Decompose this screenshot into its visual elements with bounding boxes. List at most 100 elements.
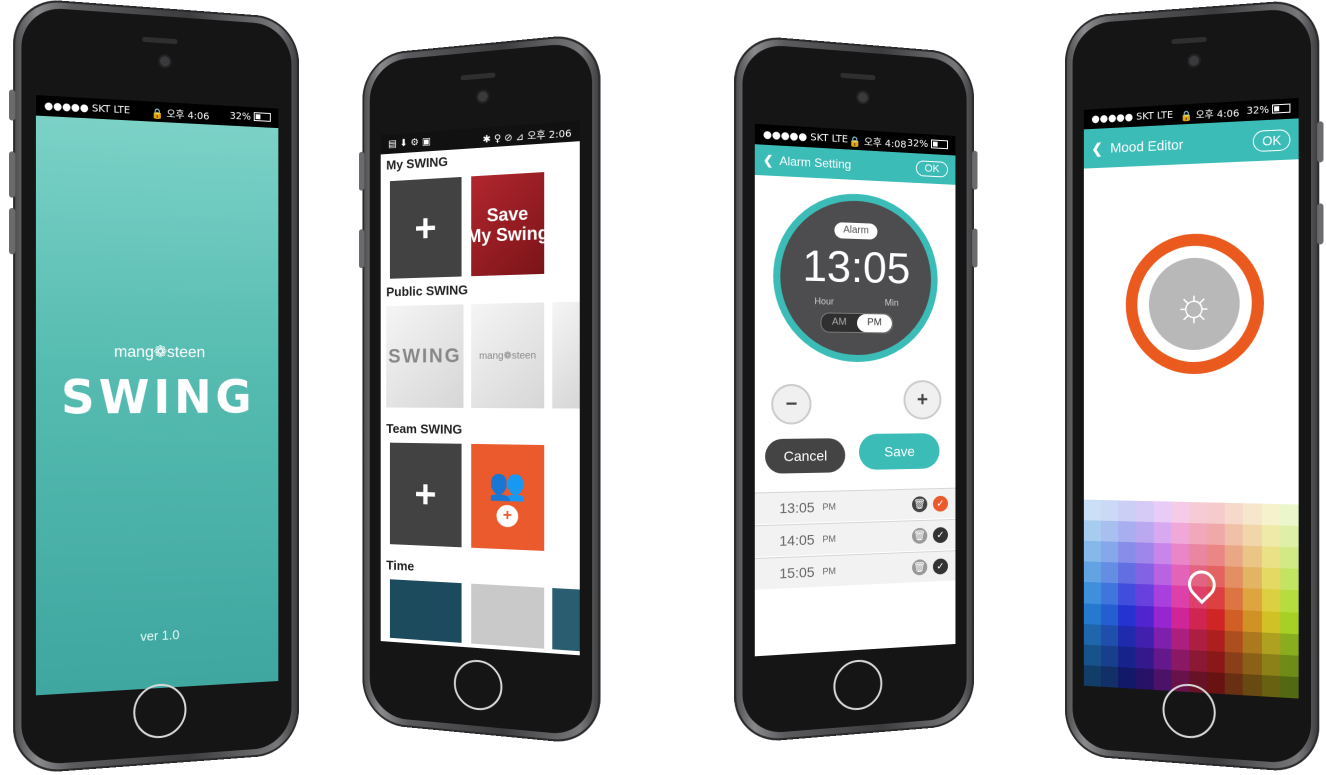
add-team-swing-button[interactable]: + <box>389 442 462 548</box>
palette-swatch[interactable] <box>1225 672 1244 696</box>
palette-swatch[interactable] <box>1101 500 1119 522</box>
palette-swatch[interactable] <box>1261 674 1281 698</box>
home-button[interactable] <box>133 682 187 740</box>
palette-swatch[interactable] <box>1243 631 1262 654</box>
palette-swatch[interactable] <box>1171 564 1189 587</box>
time-tile-1[interactable] <box>389 579 462 643</box>
palette-swatch[interactable] <box>1101 645 1119 667</box>
palette-swatch[interactable] <box>1135 563 1154 586</box>
palette-swatch[interactable] <box>1261 632 1281 655</box>
palette-swatch[interactable] <box>1083 665 1102 687</box>
palette-swatch[interactable] <box>1225 609 1244 632</box>
palette-swatch[interactable] <box>1243 524 1262 547</box>
mood-ring[interactable]: ☼ <box>1125 231 1264 375</box>
palette-swatch[interactable] <box>1171 606 1189 629</box>
trash-icon[interactable]: 🗑 <box>912 496 928 513</box>
palette-swatch[interactable] <box>1101 665 1119 688</box>
palette-swatch[interactable] <box>1171 648 1189 671</box>
palette-swatch[interactable] <box>1280 590 1299 613</box>
palette-swatch[interactable] <box>1135 647 1154 669</box>
palette-swatch[interactable] <box>1153 647 1172 670</box>
palette-swatch[interactable] <box>1118 625 1136 648</box>
palette-swatch[interactable] <box>1118 583 1136 606</box>
palette-swatch[interactable] <box>1153 626 1172 649</box>
palette-swatch[interactable] <box>1206 502 1226 525</box>
cancel-button[interactable]: Cancel <box>765 438 846 474</box>
public-next-tile[interactable] <box>552 301 580 409</box>
palette-swatch[interactable] <box>1135 605 1154 627</box>
palette-swatch[interactable] <box>1135 626 1154 648</box>
check-icon[interactable]: ✓ <box>932 495 948 512</box>
pm-option[interactable]: PM <box>857 313 892 333</box>
palette-swatch[interactable] <box>1261 610 1281 633</box>
palette-swatch[interactable] <box>1083 644 1102 666</box>
palette-swatch[interactable] <box>1118 542 1136 564</box>
alarm-row[interactable]: 13:05 PM 🗑 ✓ <box>754 487 956 525</box>
palette-swatch[interactable] <box>1101 520 1119 543</box>
palette-swatch[interactable] <box>1083 623 1102 646</box>
alarm-row[interactable]: 15:05 PM 🗑 ✓ <box>754 550 956 590</box>
palette-swatch[interactable] <box>1243 609 1262 633</box>
back-chevron-icon[interactable]: ❮ <box>763 153 773 168</box>
palette-swatch[interactable] <box>1280 675 1299 699</box>
palette-swatch[interactable] <box>1083 499 1102 521</box>
palette-swatch[interactable] <box>1243 503 1262 526</box>
palette-swatch[interactable] <box>1135 667 1154 690</box>
palette-swatch[interactable] <box>1188 523 1207 545</box>
check-icon[interactable]: ✓ <box>932 558 948 575</box>
palette-swatch[interactable] <box>1135 542 1154 565</box>
palette-swatch[interactable] <box>1083 582 1102 604</box>
palette-swatch[interactable] <box>1225 566 1244 589</box>
team-add-tile[interactable]: 👥 + <box>471 443 545 551</box>
palette-swatch[interactable] <box>1243 652 1262 675</box>
check-icon[interactable]: ✓ <box>932 526 948 544</box>
public-brand-tile[interactable]: mang❁steen <box>471 302 545 409</box>
palette-swatch[interactable] <box>1225 651 1244 674</box>
add-my-swing-button[interactable]: + <box>389 176 462 279</box>
public-swing-tile[interactable]: SWING <box>386 304 464 408</box>
am-pm-toggle[interactable]: AM PM <box>820 312 893 334</box>
palette-swatch[interactable] <box>1261 546 1281 569</box>
palette-swatch[interactable] <box>1188 501 1207 524</box>
trash-icon[interactable]: 🗑 <box>912 559 928 576</box>
palette-swatch[interactable] <box>1243 588 1262 611</box>
palette-swatch[interactable] <box>1225 630 1244 653</box>
palette-swatch[interactable] <box>1135 500 1154 523</box>
palette-swatch[interactable] <box>1206 544 1226 567</box>
palette-swatch[interactable] <box>1280 547 1299 570</box>
palette-swatch[interactable] <box>1153 501 1172 523</box>
palette-swatch[interactable] <box>1101 562 1119 584</box>
palette-swatch[interactable] <box>1153 585 1172 607</box>
palette-swatch[interactable] <box>1280 504 1299 527</box>
decrease-button[interactable]: − <box>771 383 812 425</box>
palette-swatch[interactable] <box>1083 602 1102 625</box>
palette-swatch[interactable] <box>1153 668 1172 691</box>
palette-swatch[interactable] <box>1280 654 1299 677</box>
save-button[interactable]: Save <box>858 433 940 470</box>
palette-swatch[interactable] <box>1118 604 1136 627</box>
save-my-swing-tile[interactable]: Save My Swing <box>467 172 549 277</box>
palette-swatch[interactable] <box>1118 521 1136 543</box>
palette-swatch[interactable] <box>1280 611 1299 634</box>
palette-swatch[interactable] <box>1188 607 1207 630</box>
time-tile-2[interactable] <box>471 583 545 649</box>
palette-swatch[interactable] <box>1153 543 1172 565</box>
palette-swatch[interactable] <box>1101 541 1119 563</box>
palette-swatch[interactable] <box>1206 608 1226 631</box>
palette-swatch[interactable] <box>1206 629 1226 652</box>
palette-swatch[interactable] <box>1153 522 1172 544</box>
palette-swatch[interactable] <box>1225 587 1244 610</box>
palette-swatch[interactable] <box>1171 543 1189 566</box>
palette-swatch[interactable] <box>1101 624 1119 647</box>
home-button[interactable] <box>832 658 882 712</box>
palette-swatch[interactable] <box>1225 545 1244 568</box>
palette-swatch[interactable] <box>1243 567 1262 590</box>
palette-swatch[interactable] <box>1135 584 1154 607</box>
palette-swatch[interactable] <box>1188 649 1207 672</box>
ok-button[interactable]: OK <box>915 160 948 178</box>
palette-swatch[interactable] <box>1243 545 1262 568</box>
palette-swatch[interactable] <box>1206 650 1226 673</box>
palette-swatch[interactable] <box>1118 562 1136 585</box>
palette-swatch[interactable] <box>1101 582 1119 605</box>
time-tile-3[interactable] <box>552 588 580 652</box>
